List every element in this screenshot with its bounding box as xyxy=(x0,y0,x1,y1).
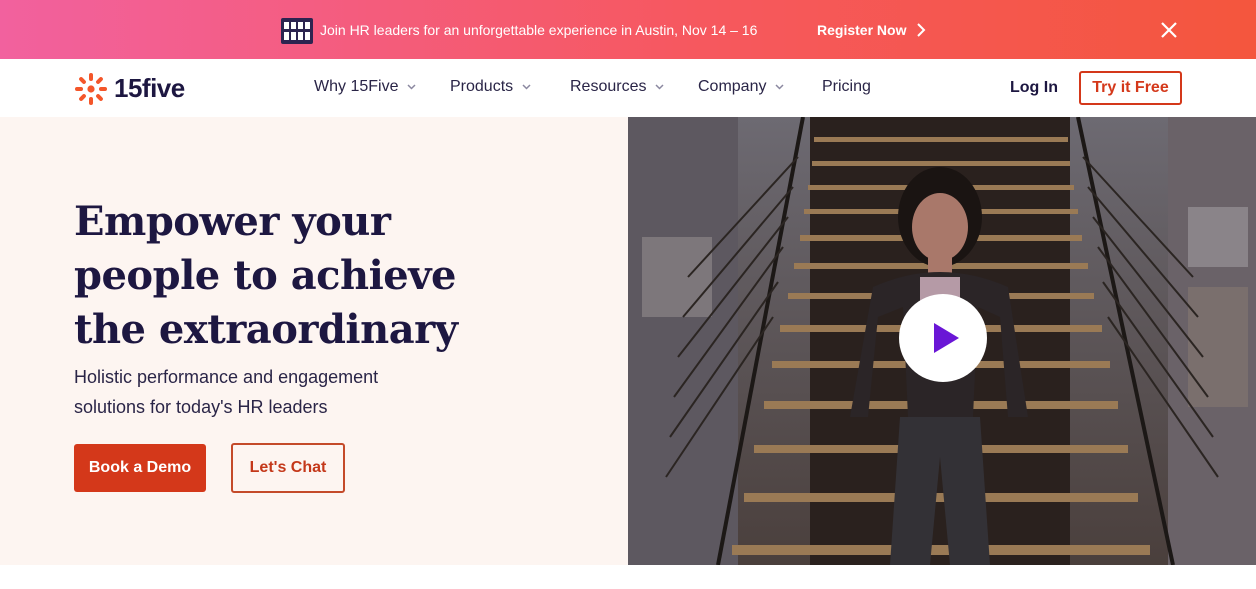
login-link[interactable]: Log In xyxy=(1010,79,1058,97)
try-it-free-button[interactable]: Try it Free xyxy=(1079,71,1182,105)
hero-video[interactable] xyxy=(628,117,1256,565)
register-now-link[interactable]: Register Now xyxy=(817,22,906,38)
headline-line: the extraordinary xyxy=(74,306,458,353)
chevron-down-icon xyxy=(407,84,416,90)
page-below-fold xyxy=(0,565,1256,589)
lets-chat-button[interactable]: Let's Chat xyxy=(231,443,345,493)
brand-logo[interactable]: 15five xyxy=(74,72,204,105)
nav-item-label: Products xyxy=(450,78,514,95)
main-nav: 15five Why 15Five Products Resources Com… xyxy=(0,59,1256,117)
chevron-down-icon xyxy=(522,84,531,90)
nav-item-why-15five[interactable]: Why 15Five xyxy=(314,78,416,96)
nav-item-pricing[interactable]: Pricing xyxy=(822,78,871,96)
close-icon[interactable] xyxy=(1159,20,1179,40)
hero-section: Empower your people to achieve the extra… xyxy=(0,117,628,565)
subhead-line: solutions for today's HR leaders xyxy=(74,397,328,417)
hero-headline: Empower your people to achieve the extra… xyxy=(74,195,594,357)
headline-line: people to achieve xyxy=(74,252,456,299)
nav-item-label: Why 15Five xyxy=(314,78,399,95)
play-icon[interactable] xyxy=(899,294,987,382)
chevron-down-icon xyxy=(775,84,785,90)
promo-text: Join HR leaders for an unforgettable exp… xyxy=(320,22,758,38)
thrive-logo xyxy=(281,18,313,44)
chevron-right-icon[interactable] xyxy=(915,23,927,37)
nav-item-label: Resources xyxy=(570,78,647,95)
brand-wordmark: 15five xyxy=(114,73,185,103)
hero-subhead: Holistic performance and engagement solu… xyxy=(74,362,494,422)
sunburst-logo-icon xyxy=(75,73,107,105)
book-demo-button[interactable]: Book a Demo xyxy=(74,444,206,492)
chevron-down-icon xyxy=(655,84,665,90)
headline-line: Empower your xyxy=(74,198,391,245)
nav-item-resources[interactable]: Resources xyxy=(570,78,665,96)
subhead-line: Holistic performance and engagement xyxy=(74,367,379,387)
nav-item-label: Pricing xyxy=(822,78,871,95)
nav-item-company[interactable]: Company xyxy=(698,78,785,96)
promo-banner: Join HR leaders for an unforgettable exp… xyxy=(0,0,1256,59)
nav-item-products[interactable]: Products xyxy=(450,78,531,96)
nav-item-label: Company xyxy=(698,78,767,95)
